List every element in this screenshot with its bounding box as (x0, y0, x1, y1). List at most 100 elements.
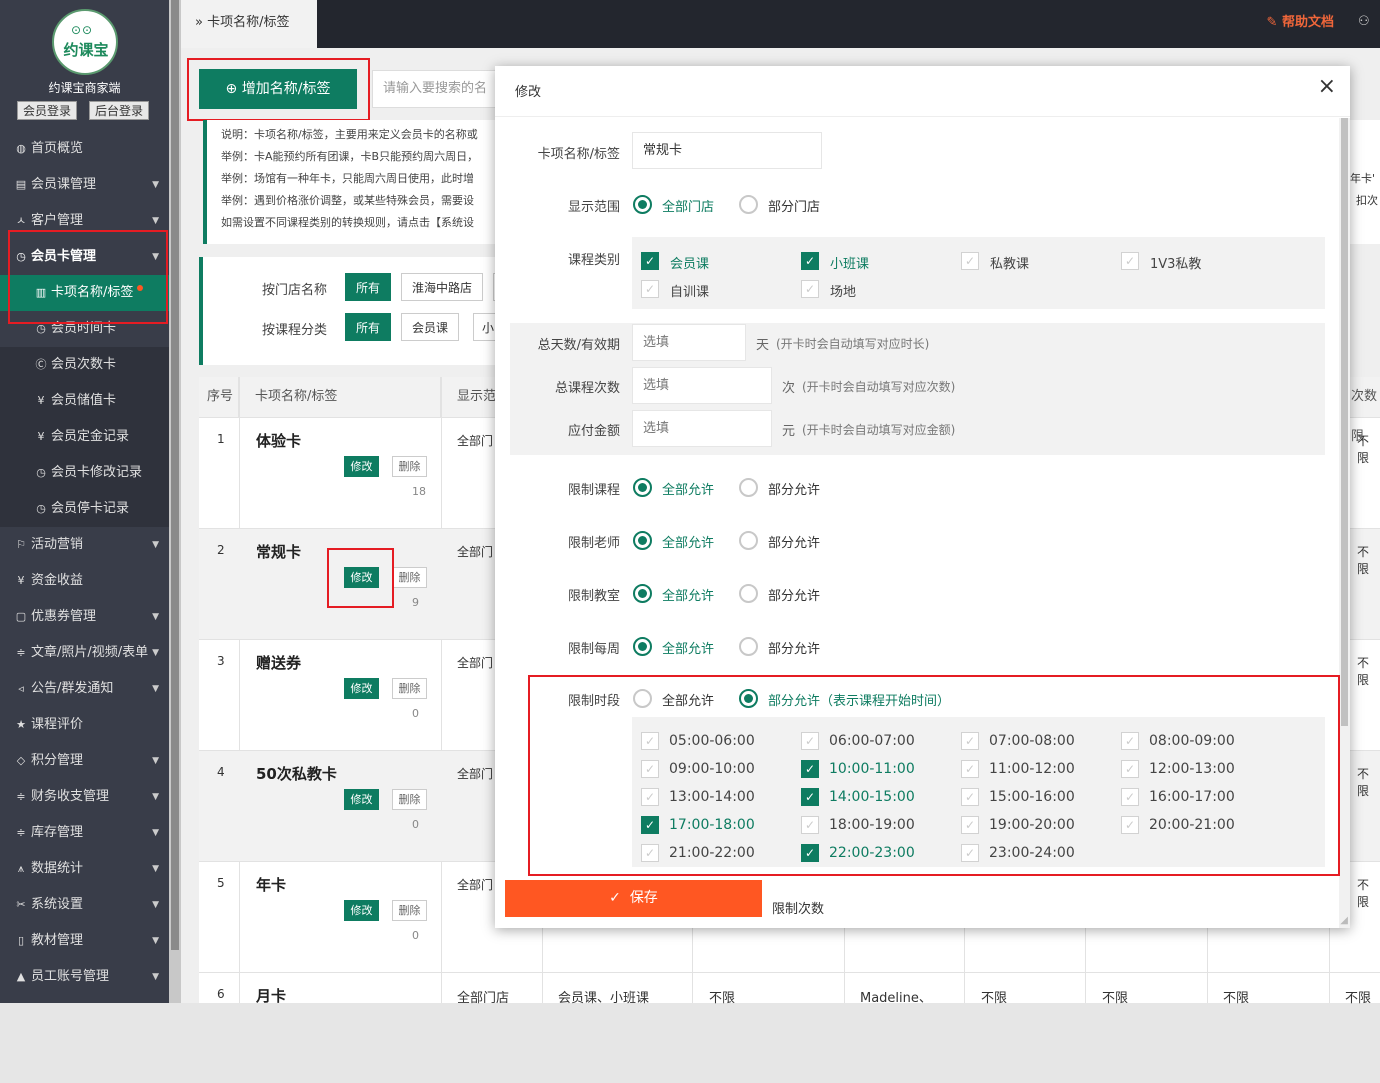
sidebar-item-10[interactable]: ◷ 会员停卡记录 (0, 491, 169, 527)
delete-button[interactable]: 删除 (392, 567, 427, 588)
sliders-icon: ≑ (16, 826, 26, 839)
sidebar-item-18[interactable]: ≑ 财务收支管理 ▼ (0, 779, 169, 815)
limit-count-label: 限制次数 (772, 902, 825, 917)
sidebar-item-14[interactable]: ≑ 文章/照片/视频/表单 ▼ (0, 635, 169, 671)
sidebar-item-22[interactable]: ▯ 教材管理 ▼ (0, 923, 169, 959)
user-icon[interactable]: ⚇ (1358, 14, 1372, 30)
close-icon[interactable]: × (1318, 74, 1336, 99)
limit-part-text: 部分允许 (768, 589, 821, 604)
course-checkbox[interactable]: ✓ (801, 252, 819, 270)
save-button[interactable]: ✓ 保存 (505, 880, 762, 917)
filter-course-option[interactable]: 会员课 (401, 313, 460, 341)
th-scope: 显示范 (441, 377, 501, 417)
filter-course-all[interactable]: 所有 (345, 313, 392, 341)
sidebar-item-7[interactable]: ¥ 会员储值卡 (0, 383, 169, 419)
sidebar-item-17[interactable]: ◇ 积分管理 ▼ (0, 743, 169, 779)
sidebar-item-label: 会员定金记录 (51, 429, 130, 444)
delete-button[interactable]: 删除 (392, 456, 427, 477)
limit-all-radio[interactable] (633, 531, 652, 550)
admin-login-button[interactable]: 后台登录 (89, 101, 150, 120)
modal-scrollbar[interactable] (1339, 118, 1350, 928)
th-name: 卡项名称/标签 (239, 377, 441, 417)
yen-icon: ¥ (17, 574, 25, 587)
limit-part-text: 部分允许 (768, 642, 821, 657)
course-checkbox[interactable]: ✓ (641, 252, 659, 270)
check-icon: ✓ (609, 890, 621, 906)
row-cell: 不限 (709, 991, 736, 1006)
row-scope: 全部门店 (457, 991, 510, 1006)
course-checkbox[interactable]: ✓ (641, 280, 659, 298)
logo-eyes-icon: ⊙⊙ (71, 23, 94, 37)
sidebar-item-6[interactable]: Ⓒ 会员次数卡 (0, 347, 169, 383)
limit-all-radio[interactable] (633, 478, 652, 497)
note-line: 扣次 (1356, 194, 1378, 207)
days-label: 总天数/有效期 (537, 338, 620, 353)
edit-button[interactable]: 修改 (344, 789, 379, 810)
times-unit: 次 (782, 381, 796, 396)
sidebar-item-13[interactable]: ▢ 优惠券管理 ▼ (0, 599, 169, 635)
row-name: 50次私教卡 (256, 765, 337, 783)
course-checkbox[interactable]: ✓ (801, 280, 819, 298)
limit-part-radio[interactable] (739, 531, 758, 550)
sidebar-item-19[interactable]: ≑ 库存管理 ▼ (0, 815, 169, 851)
card-name-input[interactable]: 常规卡 (632, 132, 822, 169)
sidebar-scroll-thumb[interactable] (171, 0, 179, 950)
clock-icon: ◷ (36, 502, 46, 515)
sidebar-item-21[interactable]: ✂ 系统设置 ▼ (0, 887, 169, 923)
sidebar-scrollbar[interactable] (169, 0, 181, 1003)
amount-input[interactable]: 选填 (632, 410, 772, 447)
sidebar-item-20[interactable]: ⩚ 数据统计 ▼ (0, 851, 169, 887)
modal-scroll-thumb[interactable] (1341, 118, 1348, 726)
row-limit: 不限 (1357, 545, 1370, 576)
row-count: 0 (412, 707, 419, 720)
sidebar-item-0[interactable]: ◍ 首页概览 (0, 131, 169, 167)
edit-button[interactable]: 修改 (344, 456, 379, 477)
limit-all-radio[interactable] (633, 584, 652, 603)
sidebar-item-1[interactable]: ▤ 会员课管理 ▼ (0, 167, 169, 203)
sidebar-item-11[interactable]: ⚐ 活动营销 ▼ (0, 527, 169, 563)
limit-part-radio[interactable] (739, 637, 758, 656)
filter-store-option[interactable]: 淮海中路店 (401, 273, 484, 301)
days-input[interactable]: 选填 (632, 324, 746, 361)
sidebar-item-15[interactable]: ◃ 公告/群发通知 ▼ (0, 671, 169, 707)
course-checkbox-label: 小班课 (830, 257, 870, 272)
sidebar-item-16[interactable]: ★ 课程评价 (0, 707, 169, 743)
limit-part-text: 部分允许 (768, 536, 821, 551)
limit-part-radio[interactable] (739, 584, 758, 603)
course-checkbox[interactable]: ✓ (1121, 252, 1139, 270)
course-checkbox[interactable]: ✓ (961, 252, 979, 270)
course-checkbox-label: 1V3私教 (1150, 257, 1202, 272)
star-icon: ★ (16, 718, 26, 731)
scope-all-radio[interactable] (633, 195, 652, 214)
help-docs-link[interactable]: ✎ 帮助文档 (1267, 0, 1334, 46)
help-label: 帮助文档 (1281, 15, 1334, 30)
edit-button[interactable]: 修改 (344, 678, 379, 699)
sidebar: ⊙⊙ 约课宝 约课宝商家端 会员登录 后台登录 ◍ 首页概览 ▤ 会员课管理 ▼ ㅅ客户管… (0, 0, 169, 1003)
sidebar-item-23[interactable]: ▲ 员工账号管理 ▼ (0, 959, 169, 995)
speaker-icon: ◃ (18, 682, 24, 695)
delete-button[interactable]: 删除 (392, 678, 427, 699)
delete-button[interactable]: 删除 (392, 789, 427, 810)
limit-part-radio[interactable] (739, 478, 758, 497)
search-input[interactable]: 请输入要搜索的名 (372, 70, 502, 108)
modal-title: 修改 (515, 85, 542, 100)
row-no: 1 (217, 432, 225, 446)
sidebar-item-12[interactable]: ¥ 资金收益 (0, 563, 169, 599)
resize-handle-icon[interactable]: ◢ (1340, 915, 1348, 926)
delete-button[interactable]: 删除 (392, 900, 427, 921)
sidebar-item-label: 优惠券管理 (31, 609, 97, 624)
times-label: 总课程次数 (554, 381, 620, 396)
note-line: 如需设置不同课程类别的转换规则，请点击【系统设 (221, 216, 474, 229)
edit-button[interactable]: 修改 (344, 900, 379, 921)
sidebar-item-8[interactable]: ¥ 会员定金记录 (0, 419, 169, 455)
sidebar-item-9[interactable]: ◷ 会员卡修改记录 (0, 455, 169, 491)
limit-all-radio[interactable] (633, 637, 652, 656)
highlight-add-button (187, 58, 370, 121)
times-input[interactable]: 选填 (632, 367, 772, 404)
scope-part-radio[interactable] (739, 195, 758, 214)
filter-store-all[interactable]: 所有 (345, 273, 392, 301)
table-row: 6 月卡 全部门店 会员课、小班课 不限 Madeline、 不限 不限 不限 不限 (199, 972, 1380, 1083)
sidebar-item-label: 资金收益 (31, 573, 84, 588)
member-login-button[interactable]: 会员登录 (17, 101, 78, 120)
tab-card-names[interactable]: » 卡项名称/标签 (181, 0, 317, 48)
